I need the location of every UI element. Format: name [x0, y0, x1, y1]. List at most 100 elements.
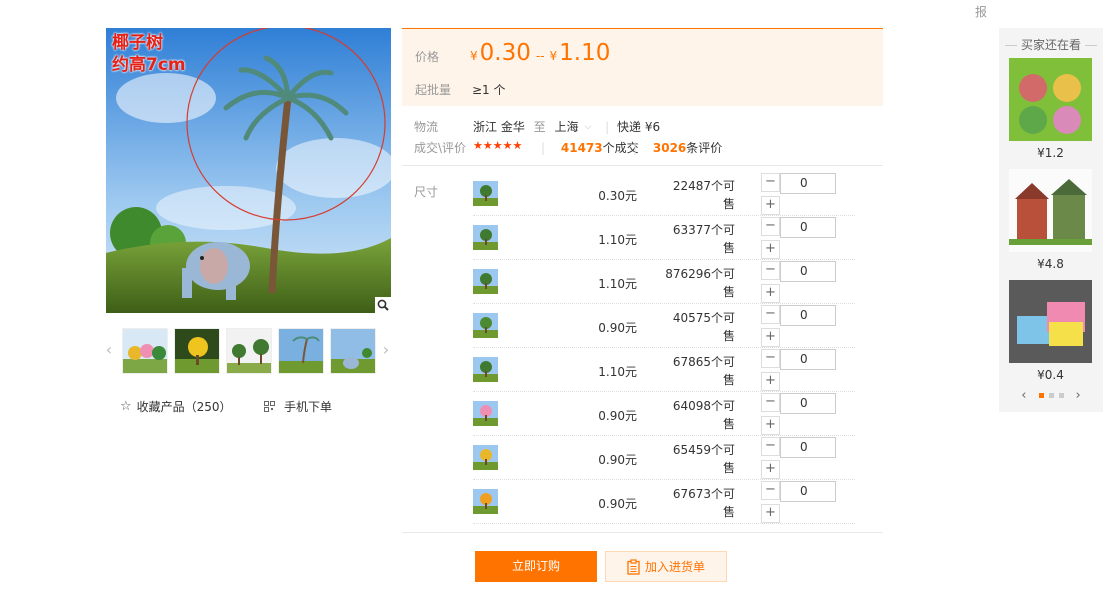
- sku-price: 0.30元: [598, 189, 637, 203]
- qty-input[interactable]: 0: [780, 349, 836, 370]
- add-to-purchase-list-button[interactable]: 加入进货单: [605, 551, 727, 582]
- price-max: 1.10: [559, 40, 611, 66]
- sku-thumbnail[interactable]: [473, 225, 498, 250]
- qty-input[interactable]: 0: [780, 481, 836, 502]
- pager-dot[interactable]: [1048, 393, 1054, 398]
- zoom-icon[interactable]: [375, 297, 391, 313]
- sku-row: 0.90元 64098个可售 −0 +: [473, 392, 855, 436]
- rec-image: [1009, 280, 1092, 363]
- pager-dot-active[interactable]: [1038, 393, 1044, 398]
- divider: |: [633, 141, 638, 155]
- qty-minus-button[interactable]: −: [761, 173, 780, 192]
- sku-price: 0.90元: [598, 321, 637, 335]
- sku-thumbnail[interactable]: [473, 401, 498, 426]
- main-product-image[interactable]: 椰子树 约高7cm: [106, 28, 391, 313]
- order-now-button[interactable]: 立即订购: [475, 551, 597, 582]
- reviews-suffix: 条评价: [686, 141, 723, 155]
- rating-stars: ★★★★★: [473, 139, 523, 152]
- express-fee: 快递 ¥6: [617, 120, 661, 134]
- reviews-number: 3026: [652, 141, 687, 155]
- qty-input[interactable]: 0: [780, 393, 836, 414]
- thumb-prev-arrow[interactable]: ‹: [102, 338, 116, 362]
- recs-pager: ‹ ›: [999, 388, 1103, 403]
- sku-row: 0.90元 67673个可售 −0 +: [473, 480, 855, 524]
- sku-stock: 67865个可售: [663, 353, 735, 389]
- qty-plus-button[interactable]: +: [761, 328, 780, 347]
- sku-thumbnail[interactable]: [473, 445, 498, 470]
- recommendations-panel: 买家还在看 ¥1.2 ¥4.8 ¥0.4 ‹ ›: [999, 28, 1103, 412]
- recs-next-arrow[interactable]: ›: [1069, 388, 1088, 403]
- sku-thumbnail[interactable]: [473, 357, 498, 382]
- qty-minus-button[interactable]: −: [761, 305, 780, 324]
- qty-plus-button[interactable]: +: [761, 240, 780, 259]
- sku-thumbnail[interactable]: [473, 489, 498, 514]
- rec-price: ¥0.4: [1037, 368, 1064, 382]
- qty-plus-button[interactable]: +: [761, 284, 780, 303]
- thumbnail[interactable]: [174, 328, 220, 374]
- thumbnail[interactable]: [122, 328, 168, 374]
- qty-plus-button[interactable]: +: [761, 504, 780, 523]
- sku-stock: 876296个可售: [663, 265, 735, 301]
- qty-minus-button[interactable]: −: [761, 393, 780, 412]
- price-panel: 价格 ¥ 0.30 -- ¥ 1.10 起批量 ≥1 个: [402, 28, 883, 106]
- deals-count[interactable]: | 41473个成交: [541, 139, 639, 156]
- rec-image: [1009, 169, 1092, 252]
- rec-item[interactable]: ¥4.8: [1009, 169, 1092, 271]
- rec-item[interactable]: ¥1.2: [1009, 58, 1092, 160]
- divider: |: [541, 141, 546, 155]
- sku-price: 1.10元: [598, 233, 637, 247]
- qty-input[interactable]: 0: [780, 437, 836, 458]
- recommendations-title: 买家还在看: [999, 36, 1103, 53]
- sku-thumbnail[interactable]: [473, 181, 498, 206]
- thumbnail-strip: ‹ ›: [100, 328, 395, 374]
- rec-item[interactable]: ¥0.4: [1009, 280, 1092, 382]
- qty-plus-button[interactable]: +: [761, 196, 780, 215]
- qty-input[interactable]: 0: [780, 217, 836, 238]
- stock-count: 64098个可: [672, 399, 735, 413]
- qty-plus-button[interactable]: +: [761, 416, 780, 435]
- qty-input[interactable]: 0: [780, 173, 836, 194]
- divider-line: [402, 532, 883, 533]
- thumbnail[interactable]: [278, 328, 324, 374]
- qty-input[interactable]: 0: [780, 305, 836, 326]
- qty-plus-button[interactable]: +: [761, 372, 780, 391]
- sku-row: 1.10元 876296个可售 −0 +: [473, 260, 855, 304]
- qty-minus-button[interactable]: −: [761, 437, 780, 456]
- sku-stock: 65459个可售: [663, 441, 735, 477]
- qty-minus-button[interactable]: −: [761, 481, 780, 500]
- star-outline-icon: ☆: [120, 399, 132, 414]
- qty-minus-button[interactable]: −: [761, 261, 780, 280]
- reviews-count[interactable]: | 3026条评价: [633, 139, 722, 156]
- sku-thumbnail[interactable]: [473, 269, 498, 294]
- stock-count: 40575个可: [672, 311, 735, 325]
- report-link[interactable]: 报: [975, 3, 987, 20]
- sku-thumbnail[interactable]: [473, 313, 498, 338]
- sku-price: 0.90元: [598, 409, 637, 423]
- qty-minus-button[interactable]: −: [761, 349, 780, 368]
- sku-row: 0.30元 22487个可售 −0 +: [473, 172, 855, 216]
- qty-plus-button[interactable]: +: [761, 460, 780, 479]
- caption-line-height: 约高7cm: [112, 55, 186, 75]
- sku-price: 1.10元: [598, 277, 637, 291]
- thumbnail[interactable]: [226, 328, 272, 374]
- qty-minus-button[interactable]: −: [761, 217, 780, 236]
- favorite-button[interactable]: ☆ 收藏产品（250）: [120, 398, 232, 415]
- sku-stock: 64098个可售: [663, 397, 735, 433]
- moq-label: 起批量: [415, 83, 452, 97]
- sku-stock: 67673个可售: [663, 485, 735, 521]
- recs-prev-arrow[interactable]: ‹: [1014, 388, 1033, 403]
- deals-number: 41473: [560, 141, 603, 155]
- moq-value: ≥1 个: [472, 83, 506, 97]
- sku-stock: 63377个可售: [663, 221, 735, 257]
- mobile-order-button[interactable]: 手机下单: [264, 398, 332, 415]
- thumbnail[interactable]: [330, 328, 376, 374]
- add-to-purchase-list-label: 加入进货单: [644, 560, 705, 574]
- destination-select[interactable]: 上海 ⌵: [555, 118, 598, 135]
- pager-dot[interactable]: [1058, 393, 1064, 398]
- thumb-next-arrow[interactable]: ›: [379, 338, 393, 362]
- stock-count: 876296个可: [665, 267, 735, 281]
- qr-code-icon: [264, 401, 275, 412]
- price-label: 价格: [415, 50, 440, 64]
- qty-input[interactable]: 0: [780, 261, 836, 282]
- stock-count: 63377个可: [672, 223, 735, 237]
